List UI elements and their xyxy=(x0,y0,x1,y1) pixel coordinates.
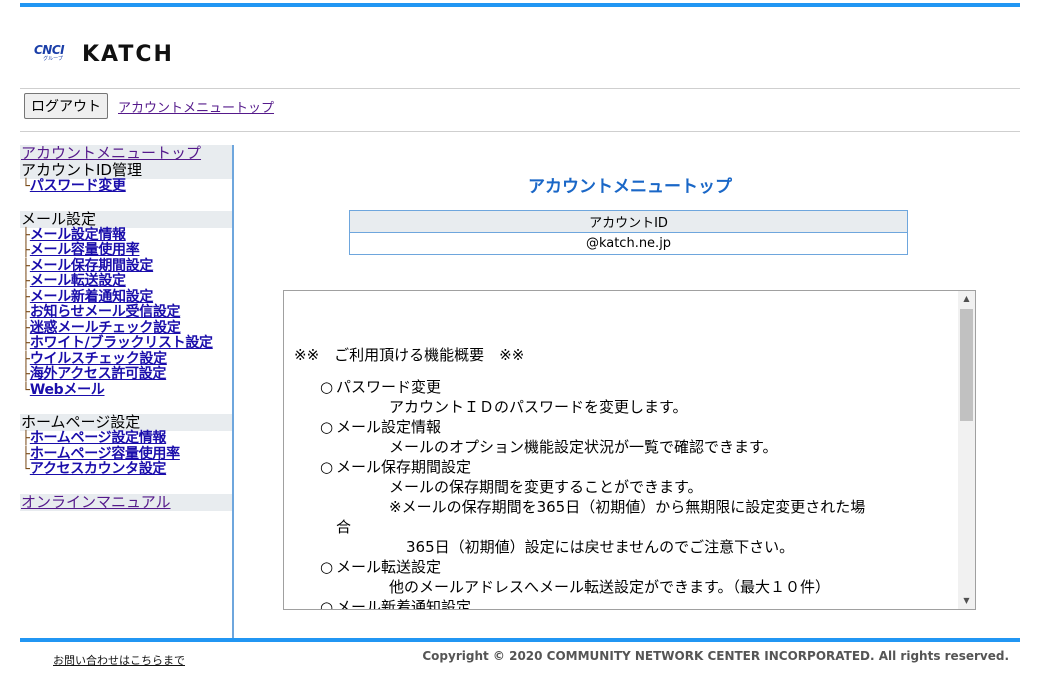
toolbar-divider xyxy=(20,131,1020,132)
sidebar-item-overseas-access: ├海外アクセス許可設定 xyxy=(20,366,232,383)
circle-bullet-icon: ○ xyxy=(320,378,334,396)
feature-item: ○ パスワード変更 xyxy=(320,378,442,396)
sidebar-manual: オンラインマニュアル xyxy=(20,493,232,511)
copyright-text: Copyright © 2020 COMMUNITY NETWORK CENTE… xyxy=(422,649,1009,663)
header-divider xyxy=(20,88,1020,89)
top-accent-bar xyxy=(20,3,1020,7)
sidebar-item-webmail: └Webメール xyxy=(20,382,232,399)
cnci-logo: CNCI グループ xyxy=(34,44,72,64)
tree-branch-icon: ├ xyxy=(22,289,30,305)
feature-box-scrollbar[interactable]: ▲ ▼ xyxy=(958,291,975,609)
tree-branch-icon: ├ xyxy=(22,431,30,446)
tree-branch-icon: ├ xyxy=(22,243,30,258)
sidebar-link-mail-forward[interactable]: メール転送設定 xyxy=(30,273,126,289)
feature-item: ○ メール新着通知設定 xyxy=(320,597,954,610)
sidebar-item-mail-info: ├メール設定情報 xyxy=(20,227,232,244)
account-id-table: アカウントID @katch.ne.jp xyxy=(349,210,908,255)
circle-bullet-icon: ○ xyxy=(320,418,334,436)
scrollbar-thumb[interactable] xyxy=(960,309,973,421)
tree-branch-icon: ├ xyxy=(22,227,30,243)
sidebar-link-virus-check[interactable]: ウイルスチェック設定 xyxy=(30,351,167,367)
sidebar-link-mail-usage[interactable]: メール容量使用率 xyxy=(30,242,140,258)
tree-branch-icon: └ xyxy=(22,382,30,398)
sidebar-item-white-black-list: ├ホワイト/ブラックリスト設定 xyxy=(20,335,232,352)
circle-bullet-icon: ○ xyxy=(320,598,334,610)
sidebar-item-hp-info: ├ホームページ設定情報 xyxy=(20,430,232,447)
footer-accent-bar xyxy=(20,638,1020,642)
sidebar-link-access-counter[interactable]: アクセスカウンタ設定 xyxy=(30,461,167,477)
site-logo: CNCI グループ KATCH xyxy=(34,41,174,67)
sidebar-account-top: アカウントメニュートップ xyxy=(20,145,232,162)
tree-branch-icon: ├ xyxy=(22,446,30,462)
tree-branch-icon: ├ xyxy=(22,336,30,351)
sidebar-link-online-manual[interactable]: オンラインマニュアル xyxy=(21,493,171,511)
feature-desc: アカウントＩＤのパスワードを変更します。 xyxy=(389,398,688,416)
tree-branch-icon: ├ xyxy=(22,258,30,274)
feature-note-wrap: 合 xyxy=(336,518,352,536)
scroll-up-arrow-icon[interactable]: ▲ xyxy=(958,291,975,307)
page-title: アカウントメニュートップ xyxy=(528,177,732,197)
sidebar-link-mail-info[interactable]: メール設定情報 xyxy=(30,227,126,243)
sidebar-item-virus-check: ├ウイルスチェック設定 xyxy=(20,351,232,368)
katch-logo-text: KATCH xyxy=(82,41,174,67)
sidebar-item-mail-retention: ├メール保存期間設定 xyxy=(20,258,232,275)
sidebar-section-homepage: ホームページ設定 xyxy=(20,414,232,431)
sidebar-item-access-counter: └アクセスカウンタ設定 xyxy=(20,461,232,478)
feature-overview-heading: ※※ ご利用頂ける機能概要 ※※ xyxy=(294,346,525,364)
tree-branch-icon: ├ xyxy=(22,305,30,320)
sidebar-item-hp-usage: ├ホームページ容量使用率 xyxy=(20,446,232,463)
account-id-value: @katch.ne.jp xyxy=(349,232,908,255)
tree-branch-icon: ├ xyxy=(22,367,30,382)
feature-item: ○ メール設定情報 xyxy=(320,418,442,436)
feature-desc: メールの保存期間を変更することができます。 xyxy=(389,478,703,496)
sidebar-item-news-mail: ├お知らせメール受信設定 xyxy=(20,304,232,321)
circle-bullet-icon: ○ xyxy=(320,558,334,576)
sidebar-link-account-top[interactable]: アカウントメニュートップ xyxy=(21,144,201,162)
sidebar-link-white-black-list[interactable]: ホワイト/ブラックリスト設定 xyxy=(30,335,213,351)
logout-button[interactable]: ログアウト xyxy=(24,93,108,119)
sidebar-link-overseas-access[interactable]: 海外アクセス許可設定 xyxy=(30,366,167,382)
scroll-down-arrow-icon[interactable]: ▼ xyxy=(958,593,975,609)
account-menu-top-link[interactable]: アカウントメニュートップ xyxy=(118,97,274,116)
tree-branch-icon: └ xyxy=(22,179,30,194)
circle-bullet-icon: ○ xyxy=(320,458,334,476)
feature-desc: 他のメールアドレスへメール転送設定ができます。（最大１０件） xyxy=(389,578,831,596)
feature-overview-content: ※※ ご利用頂ける機能概要 ※※ ○ パスワード変更 アカウントＩＤのパスワードを… xyxy=(294,345,954,610)
sidebar-link-mail-notify[interactable]: メール新着通知設定 xyxy=(30,289,154,305)
sidebar-link-spam-check[interactable]: 迷惑メールチェック設定 xyxy=(30,320,181,336)
tree-branch-icon: ├ xyxy=(22,320,30,336)
feature-overview-box[interactable]: ※※ ご利用頂ける機能概要 ※※ ○ パスワード変更 アカウントＩＤのパスワードを… xyxy=(283,290,976,610)
feature-desc: メールのオプション機能設定状況が一覧で確認できます。 xyxy=(389,438,778,456)
sidebar-link-hp-info[interactable]: ホームページ設定情報 xyxy=(30,430,167,446)
toolbar: ログアウト アカウントメニュートップ xyxy=(24,92,274,120)
sidebar-item-mail-forward: ├メール転送設定 xyxy=(20,273,232,290)
tree-branch-icon: ├ xyxy=(22,274,30,289)
sidebar-link-hp-usage[interactable]: ホームページ容量使用率 xyxy=(30,446,180,462)
feature-note: 365日（初期値）設定には戻せませんのでご注意下さい。 xyxy=(406,538,795,556)
feature-item: ○ メール転送設定 xyxy=(320,558,442,576)
feature-item: ○ メール保存期間設定 xyxy=(320,458,472,476)
cnci-logo-text: CNCI xyxy=(34,43,65,57)
sidebar-link-password[interactable]: パスワード変更 xyxy=(30,178,126,194)
sidebar-link-news-mail[interactable]: お知らせメール受信設定 xyxy=(30,304,181,320)
tree-branch-icon: ├ xyxy=(22,351,30,367)
sidebar-section-account-id: アカウントID管理 xyxy=(20,162,232,179)
tree-branch-icon: └ xyxy=(22,462,30,477)
sidebar-section-mail: メール設定 xyxy=(20,210,232,228)
sidebar-item-password: └パスワード変更 xyxy=(20,178,232,195)
sidebar-item-spam-check: ├迷惑メールチェック設定 xyxy=(20,320,232,337)
sidebar-link-mail-retention[interactable]: メール保存期間設定 xyxy=(30,258,154,274)
account-id-header: アカウントID xyxy=(349,210,908,233)
sidebar-item-mail-usage: ├メール容量使用率 xyxy=(20,242,232,259)
sidebar-link-webmail[interactable]: Webメール xyxy=(30,382,105,398)
feature-note: ※メールの保存期間を365日（初期値）から無期限に設定変更された場 xyxy=(389,498,866,516)
sidebar-nav: アカウントメニュートップ アカウントID管理 └パスワード変更 メール設定 ├メ… xyxy=(20,145,234,638)
contact-link[interactable]: お問い合わせはこちらまで xyxy=(53,652,185,668)
sidebar-item-mail-notify: ├メール新着通知設定 xyxy=(20,289,232,306)
